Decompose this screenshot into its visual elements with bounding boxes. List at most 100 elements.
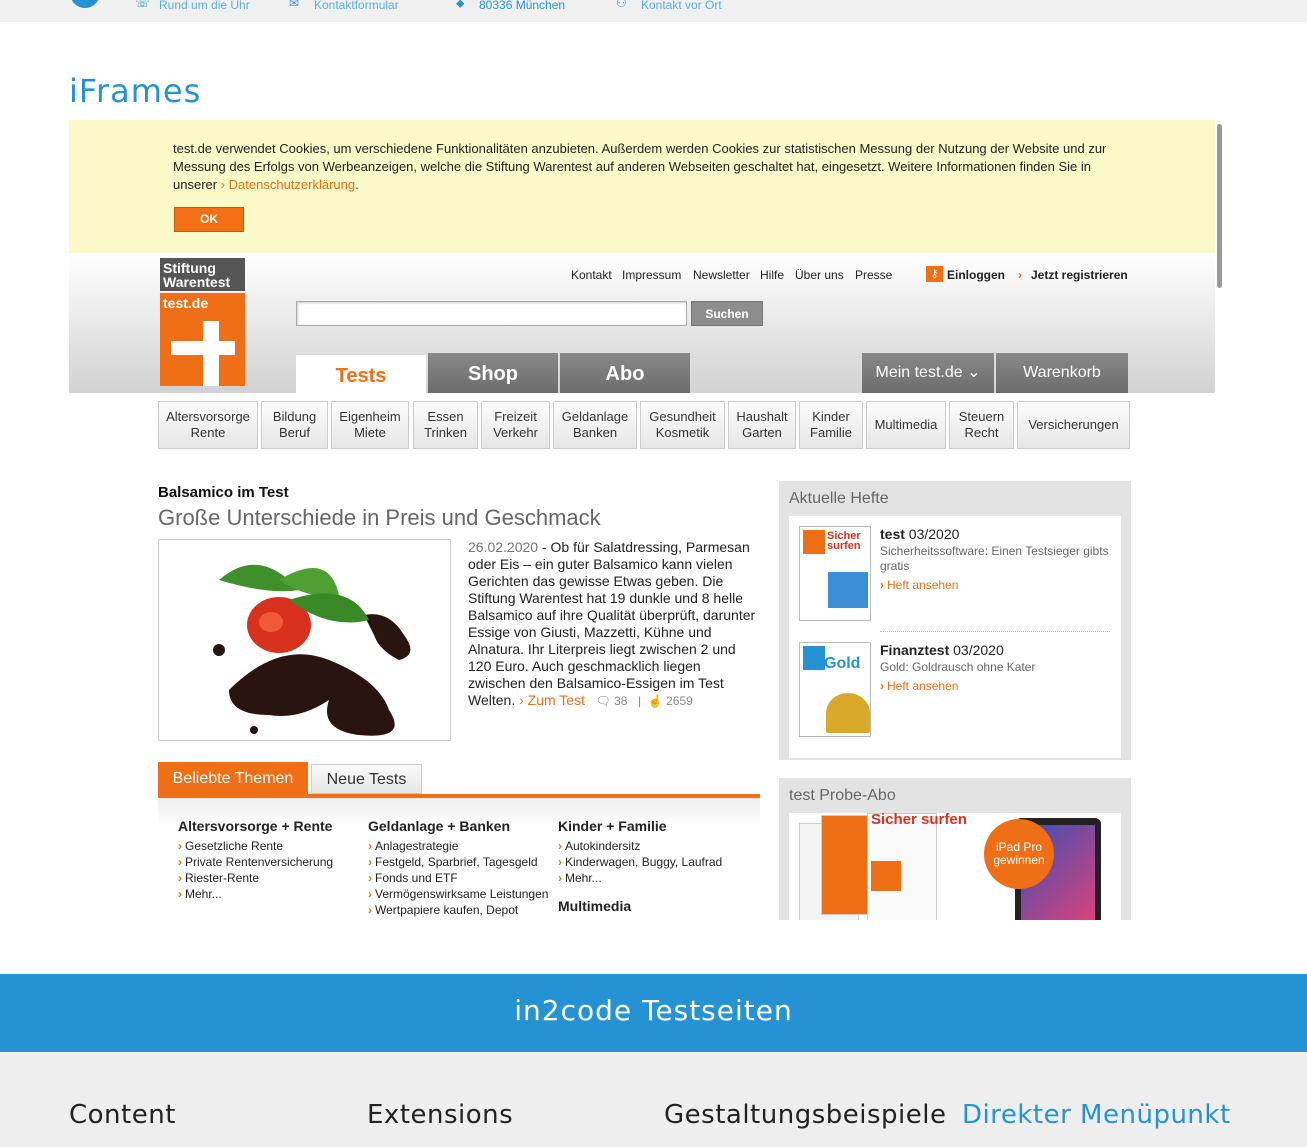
iframe-scrollbar[interactable]: [1215, 120, 1225, 920]
search-button[interactable]: Suchen: [691, 301, 763, 326]
theme-title[interactable]: Geldanlage + Banken: [368, 818, 558, 834]
mein-testde-label: Mein test.de: [875, 364, 963, 381]
issues-divider: [880, 631, 1110, 632]
current-issues-box: Aktuelle Hefte Sicher surfen test 03/202…: [779, 481, 1131, 760]
theme-link[interactable]: › Autokindersitz: [558, 838, 748, 854]
category-item[interactable]: Geldanlage Banken: [553, 401, 637, 449]
category-item[interactable]: Bildung Beruf: [261, 401, 328, 449]
finanztest-magazine-cover[interactable]: Gold: [799, 642, 871, 737]
article-image[interactable]: [158, 539, 451, 741]
theme-link[interactable]: › Wertpapiere kaufen, Depot: [368, 902, 558, 918]
theme-more-link[interactable]: › Mehr...: [178, 886, 368, 902]
tab-abo[interactable]: Abo: [560, 353, 690, 393]
view-issue-link[interactable]: › Heft ansehen: [880, 578, 1116, 592]
test-magazine-info: test 03/2020 Sicherheitssoftware: Einen …: [880, 526, 1116, 592]
theme-column: Altersvorsorge + Rente › Gesetzliche Rent…: [178, 818, 368, 902]
article-kicker[interactable]: Balsamico im Test: [158, 484, 289, 501]
cover-headline: Sicher surfen: [827, 530, 861, 552]
issues-list: Sicher surfen test 03/2020 Sicherheitsso…: [789, 516, 1121, 758]
link-kontakt[interactable]: Kontakt: [571, 268, 612, 282]
comment-icon: 🗨: [595, 694, 611, 708]
theme-title[interactable]: Multimedia: [558, 898, 748, 914]
link-impressum[interactable]: Impressum: [622, 268, 681, 282]
article-title[interactable]: Große Unterschiede in Preis und Geschmac…: [158, 505, 601, 531]
footer-menu-gestaltung[interactable]: Gestaltungsbeispiele: [664, 1100, 946, 1130]
link-ueber-uns[interactable]: Über uns: [795, 268, 844, 282]
category-item[interactable]: Essen Trinken: [413, 401, 478, 449]
like-count[interactable]: | ☝ 2659: [631, 694, 693, 708]
search-input[interactable]: [296, 301, 687, 326]
category-item[interactable]: Freizeit Verkehr: [481, 401, 550, 449]
cookie-banner: test.de verwendet Cookies, um verschiede…: [69, 120, 1215, 253]
category-item[interactable]: Eigenheim Miete: [331, 401, 409, 449]
tab-shop[interactable]: Shop: [428, 353, 558, 393]
logo-bottom-text: test.de: [163, 295, 209, 311]
magazine-name[interactable]: test: [880, 526, 905, 542]
login-link[interactable]: Einloggen: [947, 268, 1005, 282]
footer-menu-extensions[interactable]: Extensions: [367, 1100, 513, 1130]
category-item[interactable]: Multimedia: [866, 401, 946, 449]
theme-title[interactable]: Kinder + Familie: [558, 818, 748, 834]
link-newsletter[interactable]: Newsletter: [693, 268, 750, 282]
contact-circle-icon: [70, 0, 100, 8]
chevron-right-icon: ›: [1018, 268, 1022, 282]
test-magazine-cover[interactable]: Sicher surfen: [799, 526, 871, 621]
magazine-name[interactable]: Finanztest: [880, 642, 949, 658]
tab-neue-tests[interactable]: Neue Tests: [311, 764, 422, 794]
category-item[interactable]: Kinder Familie: [799, 401, 863, 449]
theme-link[interactable]: › Private Rentenversicherung: [178, 854, 368, 870]
article-date: 26.02.2020: [468, 539, 539, 555]
theme-link[interactable]: › Anlagestrategie: [368, 838, 558, 854]
tab-beliebte-themen[interactable]: Beliebte Themen: [158, 762, 308, 796]
theme-link[interactable]: › Fonds und ETF: [368, 870, 558, 886]
register-link[interactable]: Jetzt registrieren: [1031, 268, 1128, 282]
view-issue-link[interactable]: › Heft ansehen: [880, 679, 1116, 693]
category-item[interactable]: Gesundheit Kosmetik: [640, 401, 725, 449]
themes-panel: Altersvorsorge + Rente › Gesetzliche Rent…: [158, 798, 760, 920]
mein-testde-menu[interactable]: Mein test.de ⌄: [862, 353, 994, 393]
warenkorb-button[interactable]: Warenkorb: [996, 353, 1128, 393]
key-icon: ⚷: [926, 266, 943, 282]
theme-link[interactable]: › Kinderwagen, Buggy, Laufrad: [558, 854, 748, 870]
theme-link[interactable]: › Vermögenswirksame Leistungen: [368, 886, 558, 902]
link-hilfe[interactable]: Hilfe: [760, 268, 784, 282]
footer-menu-direkt[interactable]: Direkter Menüpunkt: [962, 1100, 1231, 1130]
scrollbar-thumb[interactable]: [1217, 124, 1222, 288]
chevron-down-icon: ⌄: [967, 364, 981, 381]
promo-headline: Sicher surfen: [871, 813, 967, 828]
category-item[interactable]: Versicherungen: [1017, 401, 1130, 449]
logo-top-text: Stiftung Warentest: [160, 258, 245, 291]
comment-count[interactable]: 🗨 38: [589, 694, 628, 708]
thumb-icon: ☝: [647, 694, 663, 708]
tab-tests[interactable]: Tests: [296, 353, 426, 393]
footer-menu-content[interactable]: Content: [69, 1100, 176, 1130]
link-presse[interactable]: Presse: [855, 268, 892, 282]
current-issues-title: Aktuelle Hefte: [789, 490, 889, 507]
category-item[interactable]: Altersvorsorge Rente: [158, 401, 258, 449]
stiftung-warentest-logo[interactable]: Stiftung Warentest test.de: [160, 258, 245, 386]
trial-subscription-box: test Probe-Abo Sicher surfen iPad Pro ge…: [779, 778, 1131, 920]
site-header: Stiftung Warentest test.de Kontakt Impre…: [69, 253, 1215, 393]
category-item[interactable]: Steuern Recht: [949, 401, 1014, 449]
theme-link[interactable]: › Riester-Rente: [178, 870, 368, 886]
theme-more-link[interactable]: › Mehr...: [558, 870, 748, 886]
contact-onsite-link[interactable]: Kontakt vor Ort: [641, 0, 722, 12]
footer-band: in2code Testseiten: [0, 974, 1307, 1052]
zum-test-link[interactable]: › Zum Test: [519, 692, 585, 708]
people-icon: ⚇: [616, 0, 627, 10]
location-pin-icon: ⬥: [456, 0, 465, 10]
cookie-ok-button[interactable]: OK: [174, 207, 244, 232]
theme-link[interactable]: › Festgeld, Sparbrief, Tagesgeld: [368, 854, 558, 870]
contact-hours-link[interactable]: Rund um die Uhr: [159, 0, 250, 12]
theme-title[interactable]: Altersvorsorge + Rente: [178, 818, 368, 834]
theme-column: Geldanlage + Banken › Anlagestrategie › Fe…: [368, 818, 558, 918]
magazine-desc: Gold: Goldrausch ohne Kater: [880, 660, 1036, 674]
privacy-link[interactable]: › Datenschutzerklärung: [221, 177, 355, 192]
contact-form-link[interactable]: Kontaktformular: [314, 0, 399, 12]
theme-link[interactable]: › Gesetzliche Rente: [178, 838, 368, 854]
embedded-iframe[interactable]: test.de verwendet Cookies, um verschiede…: [69, 120, 1225, 920]
address-link[interactable]: 80336 München: [479, 0, 565, 12]
trial-promo-image[interactable]: Sicher surfen iPad Pro gewinnen: [789, 813, 1121, 920]
footer-nav: Content Extensions Gestaltungsbeispiele …: [0, 1052, 1307, 1147]
category-item[interactable]: Haushalt Garten: [728, 401, 796, 449]
